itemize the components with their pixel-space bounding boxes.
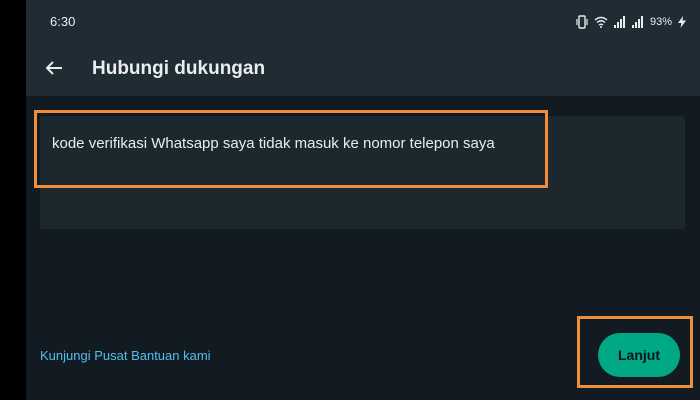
phone-screen: 6:30 93% Hubungi dukungan kode verifikas… [26,0,700,400]
message-input[interactable]: kode verifikasi Whatsapp saya tidak masu… [40,116,685,229]
battery-charging-icon [678,16,686,28]
arrow-left-icon [44,58,64,83]
help-center-link[interactable]: Kunjungi Pusat Bantuan kami [40,348,211,363]
signal-icon [613,16,626,28]
vibrate-icon [576,15,588,29]
status-icons: 93% [576,14,686,30]
status-time: 6:30 [50,14,76,29]
message-text: kode verifikasi Whatsapp saya tidak masu… [52,135,495,152]
page-title: Hubungi dukungan [92,58,266,79]
next-button[interactable]: Lanjut [598,333,680,377]
signal-icon [631,16,644,28]
battery-level: 93% [649,16,672,28]
screen: 6:30 93% Hubungi dukungan kode verifikas… [0,0,700,400]
status-bar: 6:30 93% [26,0,700,44]
back-button[interactable] [38,54,70,86]
wifi-icon [594,16,608,28]
app-bar: Hubungi dukungan [26,44,700,96]
